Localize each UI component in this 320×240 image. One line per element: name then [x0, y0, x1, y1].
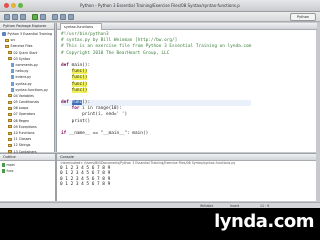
- run-icon[interactable]: [32, 14, 38, 20]
- code-occurrence-highlight: func(): [71, 81, 88, 87]
- search-icon[interactable]: [52, 14, 58, 20]
- outline-item[interactable]: func: [2, 168, 55, 174]
- code-keyword: def: [61, 100, 72, 106]
- close-window-icon[interactable]: [4, 3, 9, 8]
- python-file-icon: [11, 63, 14, 68]
- editor-tab-bar: syntax-functions: [57, 23, 317, 30]
- package-explorer-tab[interactable]: Python Package Explorer: [0, 23, 54, 30]
- screen: Python - Python 3 Essential Training/Exe…: [0, 0, 320, 240]
- code-occurrence-highlight: func(): [71, 75, 88, 81]
- code-keyword: def: [61, 62, 72, 68]
- outline-panel: Outline main func: [0, 153, 56, 201]
- code-selection: func: [71, 100, 83, 106]
- back-icon[interactable]: [60, 14, 66, 20]
- code-line[interactable]: if __name__ == "__main__": main(): [61, 131, 251, 137]
- python-file-icon: [11, 69, 14, 74]
- minimize-window-icon[interactable]: [11, 3, 16, 8]
- outline-tab[interactable]: Outline: [0, 154, 55, 161]
- folder-icon: [8, 143, 12, 147]
- console-panel: Console <terminated> /Users/Bill/Documen…: [56, 153, 316, 201]
- code-keyword: for: [71, 106, 83, 112]
- forward-icon[interactable]: [68, 14, 74, 20]
- outline-item-label: func: [6, 169, 14, 174]
- folder-icon: [8, 94, 12, 98]
- code-text: print(i, end=' '): [82, 112, 128, 118]
- code-text: main():: [71, 62, 91, 68]
- main-toolbar: Python: [0, 12, 320, 22]
- lynda-watermark-logo: lynda.com: [214, 211, 314, 232]
- window-title: Python - Python 3 Essential Training/Exe…: [80, 3, 240, 8]
- folder-icon: [8, 137, 12, 141]
- code-comment: # syntax.py by Bill Weinman [http://bw.o…: [61, 38, 178, 44]
- perspective-switcher[interactable]: Python: [290, 13, 316, 21]
- window-titlebar: Python - Python 3 Essential Training/Exe…: [0, 0, 320, 12]
- folder-icon: [8, 106, 12, 110]
- python-file-icon: [11, 81, 14, 86]
- code-text: i in range(10):: [82, 106, 122, 112]
- folder-icon: [8, 125, 12, 129]
- package-tree: Python 3 Essential Training src Exercise F…: [0, 30, 54, 155]
- console-output: 0 1 2 3 4 5 6 7 8 90 1 2 3 4 5 6 7 8 90 …: [57, 166, 316, 188]
- folder-icon: [8, 57, 12, 61]
- project-icon: [2, 32, 6, 37]
- code-comment: #!/usr/bin/python3: [61, 32, 109, 37]
- outline-tree: main func: [0, 161, 55, 174]
- code-comment: # Copyright 2010 The BearHeart Group, LL…: [61, 50, 170, 56]
- code-occurrence-highlight: func(): [71, 69, 88, 75]
- console-line: 0 1 2 3 4 5 6 7 8 9: [60, 182, 111, 188]
- folder-icon: [5, 44, 9, 48]
- function-icon: [2, 163, 5, 168]
- code-text: ():: [82, 100, 91, 106]
- folder-icon: [8, 131, 12, 135]
- folder-icon: [8, 113, 12, 117]
- folder-icon: [8, 100, 12, 104]
- save-icon[interactable]: [12, 14, 18, 20]
- code-text: print(): [71, 118, 91, 124]
- folder-icon: [8, 51, 12, 55]
- package-explorer: Python Package Explorer Python 3 Essenti…: [0, 23, 55, 155]
- code-occurrence-highlight: func(): [71, 87, 88, 93]
- console-tab[interactable]: Console: [57, 154, 316, 161]
- print-icon[interactable]: [20, 14, 26, 20]
- editor-tab-syntax-functions[interactable]: syntax-functions: [60, 23, 102, 30]
- new-icon[interactable]: [4, 14, 10, 20]
- code-keyword: if: [61, 131, 69, 136]
- folder-icon: [5, 38, 9, 42]
- code-area[interactable]: #!/usr/bin/python3 # syntax.py by Bill We…: [61, 32, 252, 137]
- function-icon: [2, 169, 5, 174]
- code-comment: # This is an exercise file from Python 3…: [61, 44, 252, 50]
- python-file-icon: [11, 75, 14, 80]
- code-editor[interactable]: syntax-functions #!/usr/bin/python3 # syn…: [56, 23, 317, 152]
- code-text: __name__ == "__main__": main(): [68, 131, 149, 136]
- python-file-icon: [11, 87, 14, 92]
- folder-icon: [8, 119, 12, 123]
- debug-icon[interactable]: [40, 14, 46, 20]
- zoom-window-icon[interactable]: [18, 3, 23, 8]
